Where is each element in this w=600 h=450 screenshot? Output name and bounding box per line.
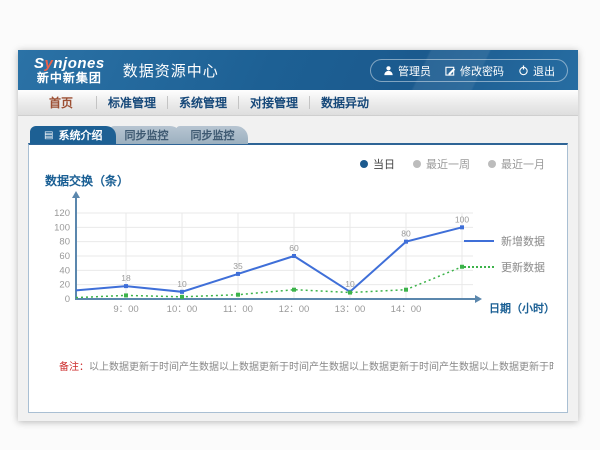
change-password-button[interactable]: 修改密码 xyxy=(445,63,504,79)
tab-label: 同步监控 xyxy=(190,127,234,143)
svg-text:60: 60 xyxy=(289,243,299,253)
svg-text:0: 0 xyxy=(65,294,70,305)
svg-text:日期（小时）: 日期（小时） xyxy=(489,301,555,315)
radio-dot-icon xyxy=(413,160,421,168)
page-title: 数据资源中心 xyxy=(123,60,219,81)
user-menu[interactable]: 管理员 xyxy=(383,63,431,79)
user-label: 管理员 xyxy=(398,63,431,79)
footnote-label: 备注： xyxy=(59,362,89,373)
legend-label: 更新数据 xyxy=(501,259,545,275)
svg-text:80: 80 xyxy=(401,229,411,239)
logout-label: 退出 xyxy=(533,63,555,79)
footnote: 备注：以上数据更新于时间产生数据以上数据更新于时间产生数据以上数据更新于时间产生… xyxy=(59,358,554,373)
tab-bar: ▤ 系统介绍 同步监控 同步监控 xyxy=(30,126,248,144)
radio-last-week[interactable]: 最近一周 xyxy=(413,156,470,172)
legend-label: 新增数据 xyxy=(501,233,545,249)
radio-dot-icon xyxy=(360,160,368,168)
logout-button[interactable]: 退出 xyxy=(518,63,555,79)
svg-text:120: 120 xyxy=(54,208,70,219)
svg-text:80: 80 xyxy=(59,237,70,248)
nav-item-standard-mgmt[interactable]: 标准管理 xyxy=(97,94,167,111)
legend-line-solid-icon xyxy=(464,240,494,242)
power-icon xyxy=(518,65,529,76)
nav-item-home[interactable]: 首页 xyxy=(26,94,96,111)
logo-text-cn: 新中新集团 xyxy=(34,72,105,85)
legend-line-dotted-icon xyxy=(464,266,494,268)
radio-label: 当日 xyxy=(373,156,395,172)
svg-text:10: 10 xyxy=(177,279,187,289)
svg-text:20: 20 xyxy=(59,280,70,291)
change-password-label: 修改密码 xyxy=(460,63,504,79)
svg-text:60: 60 xyxy=(59,251,70,262)
tab-label: 同步监控 xyxy=(124,127,168,143)
document-icon: ▤ xyxy=(44,130,53,141)
radio-label: 最近一月 xyxy=(501,156,545,172)
content-panel: 当日 最近一周 最近一月 数据交换（条） 0 20 40 60 80 100 120 9：00… xyxy=(28,143,568,413)
legend-item-new-data: 新增数据 xyxy=(464,233,545,249)
svg-text:9：00: 9：00 xyxy=(113,304,138,315)
edit-icon xyxy=(445,65,456,76)
app-window: Synjones 新中新集团 数据资源中心 管理员 修改密码 退出 首页 标准管… xyxy=(18,50,578,421)
legend-item-update-data: 更新数据 xyxy=(464,259,545,275)
svg-text:100: 100 xyxy=(455,214,469,224)
logo-text-en: Synjones xyxy=(34,56,105,72)
logo: Synjones 新中新集团 xyxy=(34,56,105,84)
svg-text:14：00: 14：00 xyxy=(391,304,422,315)
chart-legend: 新增数据 更新数据 xyxy=(464,233,545,285)
radio-label: 最近一周 xyxy=(426,156,470,172)
svg-text:13：00: 13：00 xyxy=(335,304,366,315)
tab-sync-monitor-2[interactable]: 同步监控 xyxy=(176,126,248,144)
svg-text:11：00: 11：00 xyxy=(223,304,253,315)
radio-dot-icon xyxy=(488,160,496,168)
radio-today[interactable]: 当日 xyxy=(360,156,395,172)
svg-text:10: 10 xyxy=(345,279,355,289)
svg-text:100: 100 xyxy=(54,222,70,233)
tab-system-intro[interactable]: ▤ 系统介绍 xyxy=(30,126,116,144)
svg-text:12：00: 12：00 xyxy=(279,304,310,315)
nav-item-system-mgmt[interactable]: 系统管理 xyxy=(168,94,238,111)
tab-sync-monitor-1[interactable]: 同步监控 xyxy=(110,126,182,144)
svg-text:10：00: 10：00 xyxy=(167,304,198,315)
svg-text:18: 18 xyxy=(121,273,131,283)
y-axis-title: 数据交换（条） xyxy=(45,172,129,189)
nav-item-interface-mgmt[interactable]: 对接管理 xyxy=(239,94,309,111)
user-icon xyxy=(383,65,394,76)
main-nav: 首页 标准管理 系统管理 对接管理 数据异动 xyxy=(18,90,578,116)
svg-text:40: 40 xyxy=(59,265,70,276)
footnote-text: 以上数据更新于时间产生数据以上数据更新于时间产生数据以上数据更新于时间产生数据以… xyxy=(89,362,554,373)
radio-last-month[interactable]: 最近一月 xyxy=(488,156,545,172)
nav-item-data-change[interactable]: 数据异动 xyxy=(310,94,380,111)
svg-text:35: 35 xyxy=(233,261,243,271)
tab-label: 系统介绍 xyxy=(58,127,102,143)
header: Synjones 新中新集团 数据资源中心 管理员 修改密码 退出 xyxy=(18,50,578,90)
user-toolbar: 管理员 修改密码 退出 xyxy=(370,59,568,82)
range-filter-group: 当日 最近一周 最近一月 xyxy=(360,156,545,172)
